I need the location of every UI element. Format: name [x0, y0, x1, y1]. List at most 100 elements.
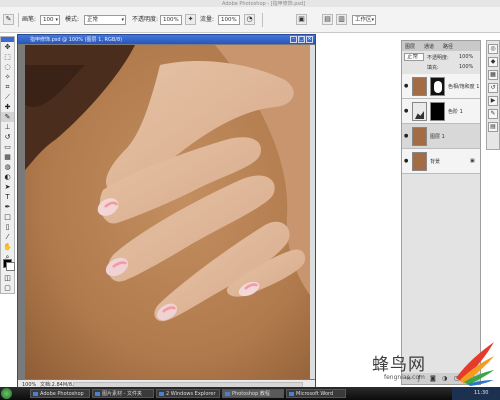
- palette-well-icon[interactable]: ▥: [336, 14, 347, 25]
- marquee-tool-icon[interactable]: ⬚: [1, 52, 14, 62]
- tab-paths[interactable]: 路径: [443, 43, 453, 50]
- add-mask-icon[interactable]: ◙: [430, 375, 436, 382]
- tablet-pressure-icon[interactable]: ▣: [296, 14, 307, 25]
- layer-opacity-value[interactable]: 100%: [459, 54, 473, 60]
- start-button[interactable]: [1, 388, 12, 399]
- options-divider: [18, 13, 19, 27]
- swatches-palette-icon[interactable]: ▦: [488, 70, 498, 80]
- clone-stamp-tool-icon[interactable]: ⊥: [1, 122, 14, 132]
- layers-palette-icon[interactable]: ▤: [488, 122, 498, 132]
- lasso-tool-icon[interactable]: ◌: [1, 62, 14, 72]
- eraser-tool-icon[interactable]: ▭: [1, 142, 14, 152]
- new-adjustment-layer-icon[interactable]: ◑: [442, 375, 447, 382]
- watermark-logo-text: 蜂鸟网: [372, 355, 426, 375]
- palette-well-icon[interactable]: ▤: [322, 14, 333, 25]
- options-bar: ✎ 画笔: 100 ▾ 模式: 正常 ▾ 不透明度: 100% ✦ 流量: 100%…: [0, 7, 500, 33]
- hand-tool-icon[interactable]: ✋: [1, 242, 14, 252]
- windows-taskbar: Adobe Photoshop 图片素材 - 文件夹 2 Windows Exp…: [0, 387, 500, 400]
- color-palette-icon[interactable]: ◆: [488, 57, 498, 67]
- opacity-field[interactable]: 100%: [160, 15, 182, 25]
- mode-label: 模式:: [65, 16, 80, 23]
- layer-row[interactable]: ● 色阶 1: [402, 99, 480, 124]
- blur-tool-icon[interactable]: ◍: [1, 162, 14, 172]
- slice-tool-icon[interactable]: ⟋: [1, 92, 14, 102]
- layer-name: 色阶 1: [448, 109, 463, 115]
- app-title-bar: Adobe Photoshop - [指甲修饰.psd]: [0, 0, 500, 7]
- maximize-icon[interactable]: □: [298, 36, 305, 43]
- airbrush-icon[interactable]: ✦: [185, 14, 196, 25]
- layer-row[interactable]: ● 背景 ▣: [402, 149, 480, 174]
- workspace-select[interactable]: 工作区 ▾: [352, 15, 376, 25]
- crop-tool-icon[interactable]: ⌗: [1, 82, 14, 92]
- airbrush-toggle-icon[interactable]: ◔: [244, 14, 255, 25]
- layer-opacity-label: 不透明度:: [427, 55, 449, 61]
- path-selection-tool-icon[interactable]: ➤: [1, 182, 14, 192]
- close-icon[interactable]: ×: [306, 36, 313, 43]
- move-tool-icon[interactable]: ✥: [1, 42, 14, 52]
- taskbar-item[interactable]: Microsoft Word: [286, 389, 346, 398]
- type-tool-icon[interactable]: T: [1, 192, 14, 202]
- workspace-label: 工作区: [355, 17, 372, 23]
- document-title-bar[interactable]: 指甲修饰.psd @ 100% (图层 1, RGB/8) – □ ×: [18, 35, 315, 44]
- pen-tool-icon[interactable]: ✒: [1, 202, 14, 212]
- explorer-icon: [159, 392, 164, 396]
- blend-mode-select[interactable]: 正常: [404, 53, 424, 61]
- brush-tool-icon[interactable]: ✎: [1, 112, 14, 122]
- tab-channels[interactable]: 通道: [424, 43, 434, 50]
- taskbar-item[interactable]: Photoshop 教程: [222, 389, 284, 398]
- chevron-down-icon: ▾: [371, 17, 374, 23]
- brush-label: 画笔:: [22, 16, 37, 23]
- document-window: 指甲修饰.psd @ 100% (图层 1, RGB/8) – □ × 100%…: [17, 34, 316, 391]
- screen-mode-icon[interactable]: ▢: [1, 283, 14, 293]
- layers-panel: 图层 通道 路径 正常 不透明度: 100% 填充: 100% ● 色相/饱和度…: [401, 40, 481, 385]
- layer-mask-thumbnail: [430, 102, 445, 121]
- taskbar-item[interactable]: Adobe Photoshop: [30, 389, 90, 398]
- flow-field[interactable]: 100%: [218, 15, 240, 25]
- gradient-tool-icon[interactable]: ▦: [1, 152, 14, 162]
- brush-size-value: 100: [43, 17, 54, 23]
- history-brush-tool-icon[interactable]: ↺: [1, 132, 14, 142]
- eyedropper-tool-icon[interactable]: ⁄: [1, 232, 14, 242]
- mode-select[interactable]: 正常 ▾: [84, 15, 126, 25]
- layer-thumbnail: [412, 77, 427, 96]
- layer-row[interactable]: ● 图层 1: [402, 124, 480, 149]
- layer-name: 背景: [430, 159, 441, 165]
- layer-row[interactable]: ● 色相/饱和度 1: [402, 74, 480, 99]
- shape-tool-icon[interactable]: □: [1, 212, 14, 222]
- adjustment-layer-icon: [412, 102, 427, 121]
- eye-icon[interactable]: ●: [404, 133, 408, 139]
- history-palette-icon[interactable]: ↺: [488, 83, 498, 93]
- taskbar-item-label: Adobe Photoshop: [40, 391, 84, 397]
- app-icon: [225, 392, 230, 396]
- healing-brush-tool-icon[interactable]: ✚: [1, 102, 14, 112]
- flow-value: 100%: [221, 17, 237, 23]
- tab-layers[interactable]: 图层: [405, 43, 415, 50]
- vertical-scrollbar[interactable]: [310, 45, 315, 379]
- eye-icon[interactable]: ●: [404, 108, 408, 114]
- notes-tool-icon[interactable]: ▯: [1, 222, 14, 232]
- background-color-swatch[interactable]: [6, 262, 15, 271]
- eye-icon[interactable]: ●: [404, 83, 408, 89]
- magic-wand-tool-icon[interactable]: ✧: [1, 72, 14, 82]
- brush-size-picker[interactable]: 100 ▾: [40, 15, 60, 25]
- quick-mask-icon[interactable]: ◫: [1, 273, 14, 283]
- brushes-palette-icon[interactable]: ✎: [488, 109, 498, 119]
- minimize-icon[interactable]: –: [290, 36, 297, 43]
- dodge-tool-icon[interactable]: ◐: [1, 172, 14, 182]
- navigator-palette-icon[interactable]: ◎: [488, 44, 498, 54]
- photo-hand-on-shoulder: [25, 45, 310, 379]
- taskbar-item[interactable]: 2 Windows Explorer: [156, 389, 220, 398]
- taskbar-item-label: Photoshop 教程: [232, 391, 270, 397]
- palette-dock: ◎ ◆ ▦ ↺ ▶ ✎ ▤: [486, 40, 500, 150]
- layer-fill-value[interactable]: 100%: [459, 64, 473, 70]
- document-title: 指甲修饰.psd @ 100% (图层 1, RGB/8): [30, 37, 123, 43]
- brush-tool-preset-icon[interactable]: ✎: [3, 14, 14, 25]
- eye-icon[interactable]: ●: [404, 158, 408, 164]
- actions-palette-icon[interactable]: ▶: [488, 96, 498, 106]
- taskbar-item[interactable]: 图片素材 - 文件夹: [92, 389, 154, 398]
- mode-value: 正常: [87, 17, 99, 23]
- watermark-url: fengniao.com: [384, 374, 425, 381]
- taskbar-item-label: Microsoft Word: [296, 391, 334, 397]
- image-canvas[interactable]: [25, 45, 310, 379]
- app-icon: [33, 392, 38, 396]
